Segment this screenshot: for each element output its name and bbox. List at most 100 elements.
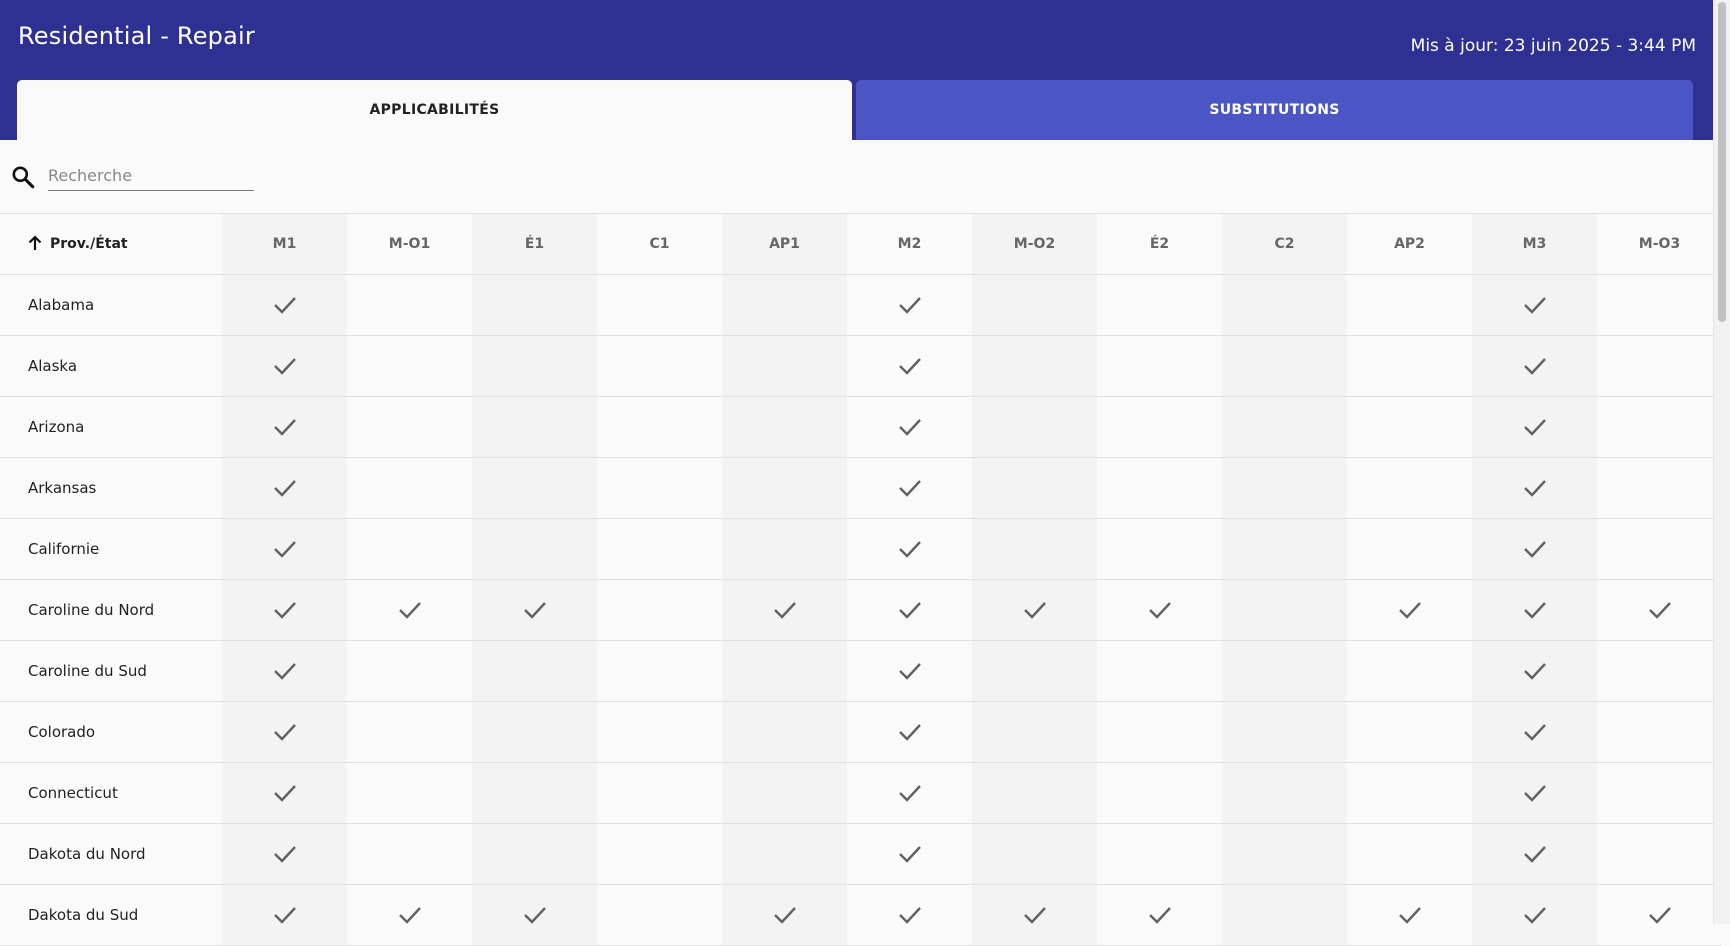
table-cell [847, 640, 972, 702]
vertical-scrollbar[interactable] [1713, 0, 1730, 924]
check-icon [398, 907, 421, 924]
column-header[interactable]: M-O1 [347, 213, 472, 275]
table-cell [472, 518, 597, 580]
table-cell [847, 884, 972, 946]
table-cell [1472, 335, 1597, 397]
check-icon [1523, 846, 1546, 863]
check-icon [273, 663, 296, 680]
table-cell [472, 823, 597, 885]
row-name: Connecticut [0, 762, 222, 824]
table-cell [847, 823, 972, 885]
table-cell [972, 335, 1097, 397]
check-icon [1148, 907, 1171, 924]
table-cell [722, 884, 847, 946]
check-icon [273, 602, 296, 619]
table-cell [1097, 457, 1222, 519]
table-cell [347, 396, 472, 458]
tab-substitutions[interactable]: SUBSTITUTIONS [856, 80, 1693, 140]
table-cell [722, 762, 847, 824]
table-cell [1472, 579, 1597, 641]
column-header[interactable]: M-O3 [1597, 213, 1722, 275]
table-cell [1472, 884, 1597, 946]
check-icon [1648, 602, 1671, 619]
table-cell [1597, 640, 1722, 702]
check-icon [898, 480, 921, 497]
arrow-up-icon[interactable] [28, 234, 42, 251]
check-icon [1523, 480, 1546, 497]
table-row: Alabama [0, 274, 1722, 336]
check-icon [273, 846, 296, 863]
table-cell [1597, 579, 1722, 641]
table-body: Alabama Alaska Arizona Arkansas Californie Ca… [0, 274, 1722, 946]
table-cell [222, 457, 347, 519]
table-cell [1347, 579, 1472, 641]
table-cell [222, 335, 347, 397]
table-cell [1347, 823, 1472, 885]
check-icon [898, 602, 921, 619]
table-row: Californie [0, 518, 1722, 580]
search-input[interactable] [48, 160, 254, 191]
check-icon [898, 785, 921, 802]
table-cell [1347, 701, 1472, 763]
table-cell [722, 335, 847, 397]
table-cell [222, 274, 347, 336]
column-header[interactable]: C2 [1222, 213, 1347, 275]
search-icon[interactable] [10, 164, 36, 190]
check-icon [1523, 724, 1546, 741]
table-row: Dakota du Sud [0, 884, 1722, 946]
column-header[interactable]: É1 [472, 213, 597, 275]
table-cell [847, 457, 972, 519]
row-name: Dakota du Sud [0, 884, 222, 946]
table-cell [222, 762, 347, 824]
table-cell [1097, 762, 1222, 824]
app-header: Residential - Repair Mis à jour: 23 juin… [0, 0, 1714, 140]
column-header[interactable]: M2 [847, 213, 972, 275]
table-cell [972, 274, 1097, 336]
table-cell [597, 396, 722, 458]
check-icon [1523, 297, 1546, 314]
column-header-prov-etat[interactable]: Prov./État [0, 213, 222, 275]
table-cell [472, 274, 597, 336]
table-cell [1097, 518, 1222, 580]
check-icon [273, 480, 296, 497]
table-cell [597, 579, 722, 641]
row-name: Dakota du Nord [0, 823, 222, 885]
table-cell [1597, 274, 1722, 336]
table-cell [1597, 884, 1722, 946]
table-cell [1222, 884, 1347, 946]
table-cell [222, 518, 347, 580]
scrollbar-thumb[interactable] [1718, 2, 1726, 322]
table-cell [722, 274, 847, 336]
check-icon [273, 907, 296, 924]
check-icon [273, 358, 296, 375]
check-icon [773, 907, 796, 924]
column-header[interactable]: M-O2 [972, 213, 1097, 275]
table-row: Arizona [0, 396, 1722, 458]
check-icon [898, 663, 921, 680]
tab-applicabilites[interactable]: APPLICABILITÉS [17, 80, 852, 140]
check-icon [398, 602, 421, 619]
column-header[interactable]: É2 [1097, 213, 1222, 275]
check-icon [1523, 602, 1546, 619]
table-row: Caroline du Sud [0, 640, 1722, 702]
table-cell [1597, 396, 1722, 458]
table-cell [1347, 396, 1472, 458]
column-header[interactable]: M1 [222, 213, 347, 275]
table-cell [1472, 640, 1597, 702]
table-cell [972, 823, 1097, 885]
column-header[interactable]: C1 [597, 213, 722, 275]
table-cell [1097, 274, 1222, 336]
page-title: Residential - Repair [18, 22, 255, 50]
table-cell [847, 762, 972, 824]
table-row: Colorado [0, 701, 1722, 763]
column-header[interactable]: AP1 [722, 213, 847, 275]
check-icon [1523, 785, 1546, 802]
table-cell [597, 457, 722, 519]
table-cell [1097, 823, 1222, 885]
table-cell [1097, 335, 1222, 397]
column-header[interactable]: AP2 [1347, 213, 1472, 275]
table-cell [222, 701, 347, 763]
column-header[interactable]: M3 [1472, 213, 1597, 275]
table-row: Dakota du Nord [0, 823, 1722, 885]
table-cell [972, 701, 1097, 763]
